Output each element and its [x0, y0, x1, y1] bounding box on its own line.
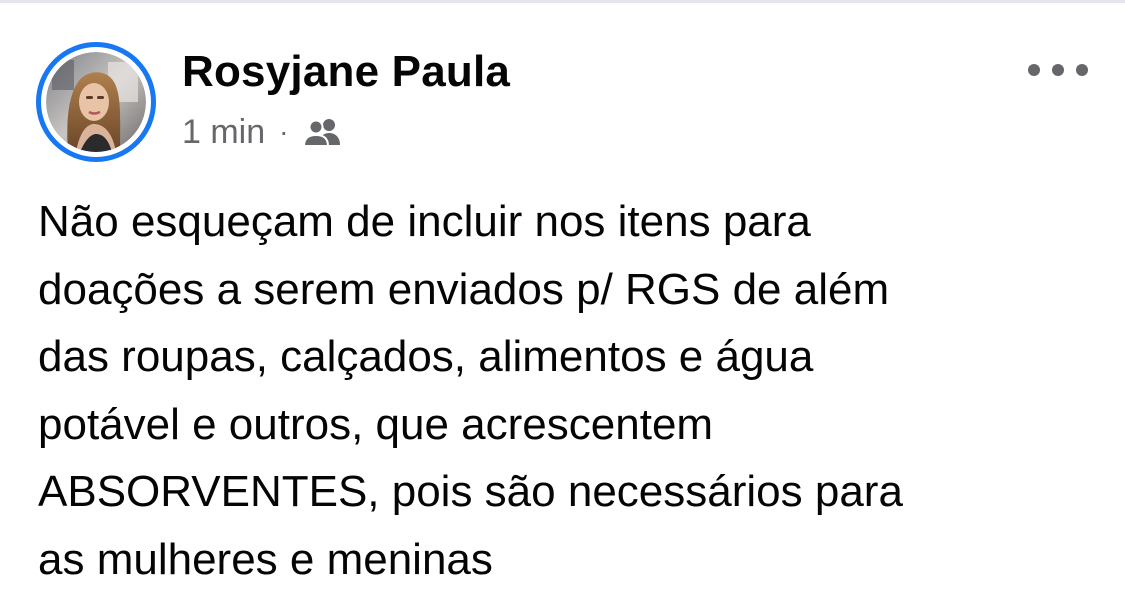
friends-icon[interactable] [302, 117, 342, 147]
more-dot [1076, 64, 1088, 76]
avatar[interactable] [36, 42, 156, 162]
post-text-line: Não esqueçam de incluir nos itens para [38, 197, 811, 246]
more-dot [1052, 64, 1064, 76]
post-text-line: ABSORVENTES, pois são necessários para [38, 467, 903, 516]
post-text: Não esqueçam de incluir nos itens para d… [38, 188, 1098, 593]
more-options-icon[interactable] [1028, 58, 1088, 82]
post-timestamp[interactable]: 1 min [182, 113, 265, 152]
more-dot [1028, 64, 1040, 76]
meta-separator: · [279, 116, 289, 147]
post-meta: 1 min · [182, 110, 342, 154]
post-text-line: doações a serem enviados p/ RGS de além [38, 264, 890, 314]
post-text-line: as mulheres e meninas [38, 534, 493, 584]
avatar-photo [46, 52, 146, 152]
post-text-line: das roupas, calçados, alimentos e água [38, 332, 814, 381]
post-text-line: potável e outros, que acrescentem [38, 399, 714, 449]
facebook-post: Rosyjane Paula 1 min · Não esqueçam de i… [0, 0, 1125, 596]
author-name[interactable]: Rosyjane Paula [182, 44, 510, 100]
